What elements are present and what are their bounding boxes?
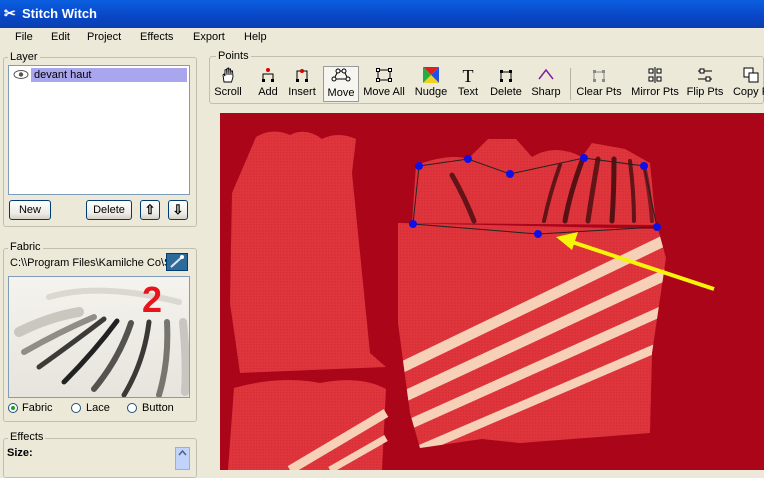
menu-project[interactable]: Project bbox=[87, 31, 121, 43]
tool-scroll-label: Scroll bbox=[214, 86, 242, 98]
fabric-piece-yoke[interactable] bbox=[412, 139, 656, 225]
points-group-label: Points bbox=[216, 50, 251, 62]
tool-add-label: Add bbox=[258, 86, 278, 98]
fabric-group-label: Fabric bbox=[8, 241, 43, 253]
layer-group-label: Layer bbox=[8, 51, 40, 63]
eye-icon[interactable] bbox=[13, 69, 29, 80]
control-point[interactable] bbox=[415, 162, 423, 170]
menu-export[interactable]: Export bbox=[193, 31, 225, 43]
arrow-up-icon: ⇧ bbox=[144, 202, 156, 217]
delete-layer-button[interactable]: Delete bbox=[86, 200, 132, 220]
sharp-icon bbox=[529, 66, 563, 86]
effects-scrollbar[interactable] bbox=[175, 447, 190, 470]
button-radio-label: Button bbox=[142, 402, 174, 414]
tool-text[interactable]: T Text bbox=[454, 66, 482, 102]
fabric-path: C:\\Program Files\Kamilche Co\Sting bbox=[10, 257, 170, 269]
nudge-icon bbox=[412, 66, 450, 86]
layer-item[interactable]: devant haut bbox=[11, 68, 187, 82]
size-label: Size: bbox=[7, 447, 33, 459]
tool-delete[interactable]: Delete bbox=[488, 66, 524, 102]
tool-clear-pts[interactable]: Clear Pts bbox=[575, 66, 623, 102]
tool-nudge[interactable]: Nudge bbox=[412, 66, 450, 102]
fabric-radio-label: Fabric bbox=[22, 402, 53, 414]
window-title: Stitch Witch bbox=[22, 6, 97, 21]
menu-help[interactable]: Help bbox=[244, 31, 267, 43]
browse-fabric-button[interactable] bbox=[166, 253, 188, 271]
splitter[interactable] bbox=[210, 113, 220, 470]
tool-move-all-label: Move All bbox=[363, 86, 405, 98]
tool-delete-label: Delete bbox=[490, 86, 522, 98]
flip-points-icon bbox=[685, 66, 725, 86]
insert-point-icon bbox=[285, 66, 319, 86]
tool-insert[interactable]: Insert bbox=[285, 66, 319, 102]
toolbar-separator bbox=[570, 68, 571, 100]
app-icon: ✂ bbox=[4, 5, 16, 21]
menu-file[interactable]: File bbox=[15, 31, 33, 43]
add-point-icon bbox=[253, 66, 283, 86]
canvas[interactable] bbox=[220, 113, 764, 470]
control-point[interactable] bbox=[534, 230, 542, 238]
clear-points-icon bbox=[575, 66, 623, 86]
control-point[interactable] bbox=[653, 223, 661, 231]
title-bar: ✂ Stitch Witch bbox=[0, 0, 764, 28]
hand-icon bbox=[212, 66, 244, 86]
control-point[interactable] bbox=[506, 170, 514, 178]
tool-add[interactable]: Add bbox=[253, 66, 283, 102]
control-point[interactable] bbox=[580, 154, 588, 162]
scroll-up-icon[interactable] bbox=[176, 448, 189, 458]
tool-mirror-pts-label: Mirror Pts bbox=[631, 86, 679, 98]
tool-scroll[interactable]: Scroll bbox=[212, 66, 244, 102]
layer-name: devant haut bbox=[31, 68, 187, 82]
fabric-preview: 2 bbox=[8, 276, 190, 398]
tool-move[interactable]: Move bbox=[323, 66, 359, 102]
lace-radio[interactable] bbox=[71, 403, 81, 413]
layer-list[interactable]: devant haut bbox=[8, 65, 190, 195]
mirror-points-icon bbox=[628, 66, 682, 86]
tool-sharp[interactable]: Sharp bbox=[529, 66, 563, 102]
tool-copy-pts-label: Copy P bbox=[732, 86, 764, 98]
lace-radio-label: Lace bbox=[86, 402, 110, 414]
control-point[interactable] bbox=[409, 220, 417, 228]
tool-copy-pts[interactable]: Copy P bbox=[731, 66, 764, 102]
copy-points-icon bbox=[731, 66, 764, 86]
move-layer-up-button[interactable]: ⇧ bbox=[140, 200, 160, 220]
menu-bar: File Edit Project Effects Export Help bbox=[0, 28, 764, 48]
menu-effects[interactable]: Effects bbox=[140, 31, 173, 43]
tool-sharp-label: Sharp bbox=[531, 86, 561, 98]
delete-point-icon bbox=[488, 66, 524, 86]
menu-edit[interactable]: Edit bbox=[51, 31, 70, 43]
move-layer-down-button[interactable]: ⇩ bbox=[168, 200, 188, 220]
text-icon: T bbox=[462, 66, 474, 86]
canvas-drawing[interactable] bbox=[220, 113, 764, 470]
effects-group-label: Effects bbox=[8, 431, 46, 443]
button-radio[interactable] bbox=[127, 403, 137, 413]
tool-move-all[interactable]: Move All bbox=[361, 66, 407, 102]
arrow-down-icon: ⇩ bbox=[172, 202, 184, 217]
new-layer-button[interactable]: New bbox=[9, 200, 51, 220]
tool-move-label: Move bbox=[327, 87, 355, 99]
tool-text-label: Text bbox=[457, 86, 479, 98]
control-point[interactable] bbox=[464, 155, 472, 163]
tool-clear-pts-label: Clear Pts bbox=[576, 86, 622, 98]
annotation-number: 2 bbox=[142, 279, 163, 320]
wand-icon bbox=[170, 255, 184, 268]
move-all-icon bbox=[361, 66, 407, 86]
move-points-icon bbox=[324, 67, 358, 87]
tool-nudge-label: Nudge bbox=[414, 86, 448, 98]
tool-flip-pts-label: Flip Pts bbox=[686, 86, 724, 98]
tool-mirror-pts[interactable]: Mirror Pts bbox=[628, 66, 682, 102]
tool-insert-label: Insert bbox=[288, 86, 316, 98]
fabric-piece-back[interactable] bbox=[230, 131, 386, 373]
tool-flip-pts[interactable]: Flip Pts bbox=[685, 66, 725, 102]
control-point[interactable] bbox=[640, 162, 648, 170]
fabric-radio[interactable] bbox=[8, 403, 18, 413]
